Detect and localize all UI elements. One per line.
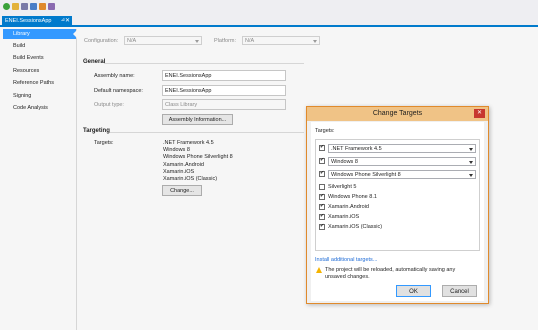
target-checkbox[interactable] xyxy=(319,144,325,151)
nav-item-build[interactable]: Build xyxy=(3,41,76,51)
folder-icon[interactable] xyxy=(12,3,19,10)
default-namespace-label: Default namespace: xyxy=(94,88,143,94)
target-version-value: .NET Framework 4.5 xyxy=(331,146,382,152)
toolbar xyxy=(0,0,538,16)
target-item: .NET Framework 4.5 xyxy=(163,140,214,146)
assembly-name-label: Assembly name: xyxy=(94,73,135,79)
change-targets-button[interactable]: Change... xyxy=(162,185,202,196)
chevron-down-icon xyxy=(469,161,473,164)
target-version-select[interactable]: Windows 8 xyxy=(328,157,476,166)
target-checkbox[interactable] xyxy=(319,157,325,164)
section-divider xyxy=(104,63,304,64)
target-checkbox[interactable] xyxy=(319,184,325,190)
save-icon[interactable] xyxy=(21,3,28,10)
target-version-select[interactable]: Windows Phone Silverlight 8 xyxy=(328,170,476,179)
warning-icon xyxy=(316,267,322,273)
target-item: Xamarin.Android xyxy=(163,162,204,168)
nav-item-code-analysis[interactable]: Code Analysis xyxy=(3,103,76,113)
target-checkbox-label: Silverlight 5 xyxy=(328,184,357,190)
target-item: Xamarin.iOS xyxy=(163,169,195,175)
reload-warning-text: The project will be reloaded, automatica… xyxy=(325,267,456,280)
nav-item-library[interactable]: Library xyxy=(3,29,77,39)
document-tab-label: ENEI.SessionsApp xyxy=(5,18,52,24)
download-icon[interactable] xyxy=(30,3,37,10)
document-tab[interactable]: ENEI.SessionsApp ⊿ ✕ xyxy=(2,16,72,27)
nav-item-label: Signing xyxy=(13,92,32,99)
target-version-value: Windows Phone Silverlight 8 xyxy=(331,172,401,178)
upload-icon[interactable] xyxy=(39,3,46,10)
close-icon: ✕ xyxy=(476,110,483,116)
nav-item-build-events[interactable]: Build Events xyxy=(3,53,76,63)
nav-item-label: Resources xyxy=(13,67,40,74)
target-checkbox[interactable] xyxy=(319,193,325,200)
nav-item-label: Library xyxy=(13,30,30,37)
nav-item-signing[interactable]: Signing xyxy=(3,91,76,101)
target-checkbox[interactable] xyxy=(319,213,325,220)
close-tab-icon[interactable]: ✕ xyxy=(65,17,70,24)
target-checkbox-label: Xamarin.Android xyxy=(328,204,369,210)
nav-item-label: Build Events xyxy=(13,54,44,61)
nav-item-label: Reference Paths xyxy=(13,79,54,86)
change-targets-dialog: Change Targets ✕ Targets: .NET Framework… xyxy=(306,106,489,304)
output-type-label: Output type: xyxy=(94,102,124,108)
tools-icon[interactable] xyxy=(48,3,55,10)
assembly-information-button[interactable]: Assembly Information... xyxy=(162,114,233,125)
platform-value: N/A xyxy=(245,38,255,44)
cancel-button[interactable]: Cancel xyxy=(442,285,477,297)
target-checkbox-label: Windows Phone 8.1 xyxy=(328,194,377,200)
chevron-down-icon xyxy=(313,40,317,43)
output-type-select: Class Library xyxy=(162,99,286,110)
platform-select[interactable]: N/A xyxy=(242,36,320,45)
dialog-title-bar[interactable]: Change Targets xyxy=(307,107,488,121)
target-item: Windows 8 xyxy=(163,147,190,153)
platform-label: Platform: xyxy=(214,38,237,44)
target-checkbox[interactable] xyxy=(319,203,325,210)
ok-button[interactable]: OK xyxy=(396,285,431,297)
chevron-down-icon xyxy=(469,148,473,151)
assembly-name-input[interactable]: ENEI.SessionsApp xyxy=(162,70,286,81)
targets-list: .NET Framework 4.5 Windows 8 Windows Pho… xyxy=(315,139,480,251)
install-additional-targets-link[interactable]: Install additional targets... xyxy=(315,257,377,263)
nav-item-reference-paths[interactable]: Reference Paths xyxy=(3,78,76,88)
general-section-title: General xyxy=(83,59,106,65)
targets-label: Targets: xyxy=(94,140,114,146)
target-checkbox[interactable] xyxy=(319,223,325,230)
target-checkbox-label: Xamarin.iOS xyxy=(328,214,360,220)
project-properties-nav: Library Build Build Events Resources Ref… xyxy=(3,29,77,330)
chevron-down-icon xyxy=(195,40,199,43)
target-checkbox[interactable] xyxy=(319,170,325,177)
configuration-select[interactable]: N/A xyxy=(124,36,202,45)
document-tab-strip: ENEI.SessionsApp ⊿ ✕ xyxy=(0,16,538,27)
target-checkbox-label: Xamarin.iOS (Classic) xyxy=(328,224,383,230)
dialog-title: Change Targets xyxy=(372,110,423,117)
targeting-section-title: Targeting xyxy=(83,128,110,134)
default-namespace-input[interactable]: ENEI.SessionsApp xyxy=(162,85,286,96)
refresh-icon[interactable] xyxy=(3,3,10,10)
target-item: Xamarin.iOS (Classic) xyxy=(163,176,218,182)
section-divider xyxy=(110,132,304,133)
nav-item-label: Build xyxy=(13,42,26,49)
configuration-label: Configuration: xyxy=(84,38,119,44)
nav-item-label: Code Analysis xyxy=(13,104,48,111)
configuration-value: N/A xyxy=(127,38,137,44)
target-version-value: Windows 8 xyxy=(331,159,358,165)
chevron-down-icon xyxy=(469,174,473,177)
dialog-targets-label: Targets: xyxy=(315,128,335,134)
dialog-body: Targets: .NET Framework 4.5 Windows 8 Wi… xyxy=(311,122,484,301)
nav-item-resources[interactable]: Resources xyxy=(3,66,76,76)
dialog-close-button[interactable]: ✕ xyxy=(474,109,485,118)
output-type-value: Class Library xyxy=(165,102,198,108)
target-item: Windows Phone Silverlight 8 xyxy=(163,154,233,160)
target-version-select[interactable]: .NET Framework 4.5 xyxy=(328,144,476,153)
